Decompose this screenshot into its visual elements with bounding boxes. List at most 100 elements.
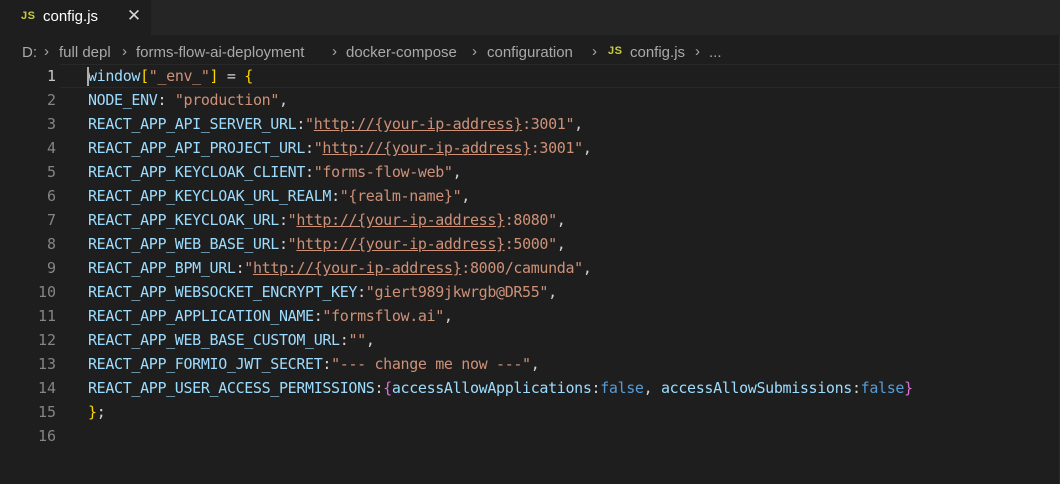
chevron-right-icon: ›: [44, 43, 49, 60]
code-line: REACT_APP_KEYCLOAK_CLIENT:"forms-flow-we…: [88, 160, 462, 184]
comma: ,: [548, 283, 557, 301]
string-literal: "": [348, 331, 366, 349]
property-key: REACT_APP_API_SERVER_URL: [88, 115, 297, 133]
property-key: REACT_APP_WEBSOCKET_ENCRYPT_KEY: [88, 283, 358, 301]
string-literal: ": [244, 259, 253, 277]
comma: ,: [574, 115, 583, 133]
code-line: REACT_APP_API_PROJECT_URL:"http://{your-…: [88, 136, 592, 160]
string-literal: :3001": [530, 139, 583, 157]
boolean-literal: false: [600, 379, 644, 397]
comma: ,: [556, 211, 566, 229]
string-literal: "--- change me now ---": [331, 355, 531, 373]
colon: :: [278, 211, 288, 229]
property-key: accessAllowApplications: [391, 379, 592, 397]
line-number: 3: [46, 115, 56, 133]
colon: :: [591, 379, 601, 397]
tab-config-js[interactable]: JS config.js ✕: [0, 0, 151, 35]
line-number: 9: [46, 259, 56, 277]
string-literal: "_env_": [148, 67, 210, 85]
line-number: 2: [46, 91, 56, 109]
property-key: accessAllowSubmissions: [660, 379, 852, 397]
string-literal: "{realm-name}": [339, 187, 462, 205]
code-line: NODE_ENV: "production",: [88, 88, 288, 112]
boolean-literal: false: [860, 379, 905, 397]
chevron-right-icon: ›: [122, 43, 127, 60]
line-number: 13: [37, 355, 56, 373]
colon: :: [305, 163, 314, 181]
colon: :: [305, 139, 314, 157]
comma: ,: [443, 307, 453, 325]
line-number: 7: [46, 211, 56, 229]
string-literal: "giert989jkwrgb@DR55": [365, 283, 549, 301]
comma: ,: [452, 163, 462, 181]
line-number: 16: [37, 427, 56, 445]
url-link[interactable]: http://{your-ip-address}: [253, 259, 462, 277]
url-link[interactable]: http://{your-ip-address}: [296, 211, 505, 229]
property-key: REACT_APP_KEYCLOAK_URL: [88, 211, 279, 229]
property-key: REACT_APP_FORMIO_JWT_SECRET: [88, 355, 323, 373]
breadcrumb-item-drive[interactable]: D:: [22, 44, 37, 61]
line-number: 15: [37, 403, 56, 421]
close-icon[interactable]: ✕: [124, 6, 144, 26]
chevron-right-icon: ›: [695, 43, 700, 60]
code-line: REACT_APP_BPM_URL:"http://{your-ip-addre…: [88, 256, 592, 280]
url-link[interactable]: http://{your-ip-address}: [322, 139, 531, 157]
comma: ,: [461, 187, 470, 205]
string-literal: ": [305, 115, 314, 133]
breadcrumb-item-docker-compose[interactable]: docker-compose: [346, 44, 457, 61]
bracket: [: [140, 67, 149, 85]
url-link[interactable]: http://{your-ip-address}: [314, 115, 523, 133]
line-number: 8: [46, 235, 56, 253]
comma: ,: [556, 235, 566, 253]
colon: :: [851, 379, 861, 397]
url-link[interactable]: http://{your-ip-address}: [296, 235, 505, 253]
code-line: REACT_APP_KEYCLOAK_URL:"http://{your-ip-…: [88, 208, 566, 232]
breadcrumb-item-more[interactable]: ...: [709, 44, 722, 61]
comma: ,: [643, 379, 661, 397]
breadcrumb-item-config-js[interactable]: config.js: [630, 44, 685, 61]
chevron-right-icon: ›: [592, 43, 597, 60]
bracket: ]: [209, 67, 219, 85]
breadcrumb-item-deployment[interactable]: forms-flow-ai-deployment: [136, 44, 304, 61]
code-line: REACT_APP_WEB_BASE_CUSTOM_URL:"",: [88, 328, 375, 352]
identifier: window: [88, 67, 141, 85]
code-line: REACT_APP_FORMIO_JWT_SECRET:"--- change …: [88, 352, 540, 376]
line-number: 5: [46, 163, 56, 181]
tab-bar: JS config.js ✕: [0, 0, 1060, 35]
string-literal: :8000/camunda": [461, 259, 583, 277]
breadcrumb-item-configuration[interactable]: configuration: [487, 44, 573, 61]
line-number: 10: [37, 283, 56, 301]
property-key: REACT_APP_BPM_URL: [88, 259, 236, 277]
property-key: REACT_APP_KEYCLOAK_CLIENT: [88, 163, 306, 181]
comma: ,: [279, 91, 288, 109]
semicolon: ;: [96, 403, 106, 421]
code-line: REACT_APP_WEB_BASE_URL:"http://{your-ip-…: [88, 232, 566, 256]
bracket: }: [904, 379, 913, 397]
code-line: };: [88, 400, 106, 424]
string-literal: "production": [174, 91, 280, 109]
code-editor[interactable]: 1 2 3 4 5 6 7 8 9 10 11 12 13 14 15 16 w…: [0, 64, 1060, 484]
bracket: {: [244, 67, 253, 85]
string-literal: :3001": [522, 115, 575, 133]
line-number: 12: [37, 331, 56, 349]
property-key: REACT_APP_KEYCLOAK_URL_REALM: [88, 187, 332, 205]
js-file-icon: JS: [21, 10, 36, 22]
colon: :: [157, 91, 175, 109]
breadcrumb-item-full-depl[interactable]: full depl: [59, 44, 111, 61]
comma: ,: [530, 355, 540, 373]
code-line: REACT_APP_API_SERVER_URL:"http://{your-i…: [88, 112, 583, 136]
line-number: 11: [37, 307, 56, 325]
colon: :: [322, 355, 332, 373]
bracket: }: [88, 403, 97, 421]
string-literal: "forms-flow-web": [313, 163, 453, 181]
code-line: REACT_APP_KEYCLOAK_URL_REALM:"{realm-nam…: [88, 184, 470, 208]
line-number: 4: [46, 139, 56, 157]
code-line: REACT_APP_APPLICATION_NAME:"formsflow.ai…: [88, 304, 453, 328]
line-number: 6: [46, 187, 56, 205]
colon: :: [235, 259, 245, 277]
js-file-icon: JS: [608, 45, 623, 57]
comma: ,: [582, 259, 592, 277]
chevron-right-icon: ›: [472, 43, 477, 60]
comma: ,: [365, 331, 375, 349]
property-key: REACT_APP_API_PROJECT_URL: [88, 139, 306, 157]
